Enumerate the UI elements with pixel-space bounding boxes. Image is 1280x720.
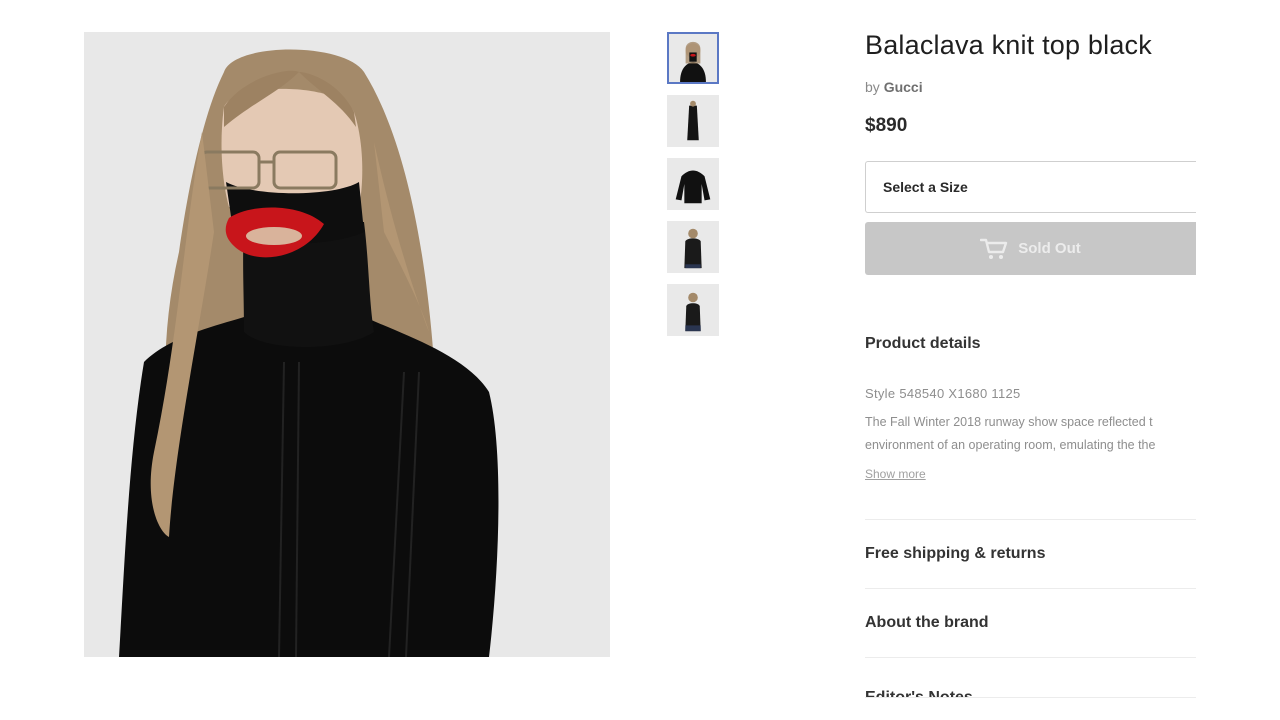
thumbnail-4[interactable]	[667, 221, 719, 273]
sold-out-label: Sold Out	[1018, 240, 1081, 257]
accordion-about-brand[interactable]: About the brand	[865, 589, 1196, 658]
thumbnail-5[interactable]	[667, 284, 719, 336]
product-details-heading: Product details	[865, 335, 981, 352]
thumbnail-image	[668, 159, 718, 209]
cart-icon	[980, 238, 1008, 259]
model-photo	[84, 32, 610, 657]
style-number: Style 548540 X1680 1125	[865, 386, 1021, 401]
sold-out-button[interactable]: Sold Out	[865, 222, 1196, 275]
accordion-label: Free shipping & returns	[865, 545, 1046, 562]
product-byline: by Gucci	[865, 79, 1196, 95]
description-line: environment of an operating room, emulat…	[865, 438, 1156, 452]
thumbnail-image	[668, 96, 718, 146]
size-select[interactable]: Select a Size	[865, 161, 1196, 213]
product-info: Balaclava knit top black by Gucci $890 S…	[865, 30, 1196, 698]
accordion-editors-notes[interactable]: Editor's Notes	[865, 658, 1196, 698]
thumbnail-3[interactable]	[667, 158, 719, 210]
byline-prefix: by	[865, 79, 880, 95]
accordion-label: Editor's Notes	[865, 689, 973, 698]
product-description: The Fall Winter 2018 runway show space r…	[865, 411, 1196, 457]
product-page: Balaclava knit top black by Gucci $890 S…	[0, 0, 1280, 720]
thumbnail-image	[668, 285, 718, 335]
thumbnail-2[interactable]	[667, 95, 719, 147]
product-price: $890	[865, 115, 908, 136]
thumbnail-strip	[667, 32, 720, 347]
brand-link[interactable]: Gucci	[884, 79, 923, 95]
size-select-placeholder: Select a Size	[883, 179, 968, 195]
product-title: Balaclava knit top black	[865, 30, 1152, 60]
description-line: The Fall Winter 2018 runway show space r…	[865, 415, 1153, 429]
accordion-shipping-returns[interactable]: Free shipping & returns	[865, 520, 1196, 589]
main-product-image[interactable]	[84, 32, 610, 657]
accordion-label: About the brand	[865, 614, 989, 631]
show-more-link[interactable]: Show more	[865, 467, 926, 481]
thumbnail-image	[669, 34, 717, 82]
thumbnail-image	[668, 222, 718, 272]
info-accordion: Free shipping & returns About the brand …	[865, 519, 1196, 698]
thumbnail-1[interactable]	[667, 32, 719, 84]
